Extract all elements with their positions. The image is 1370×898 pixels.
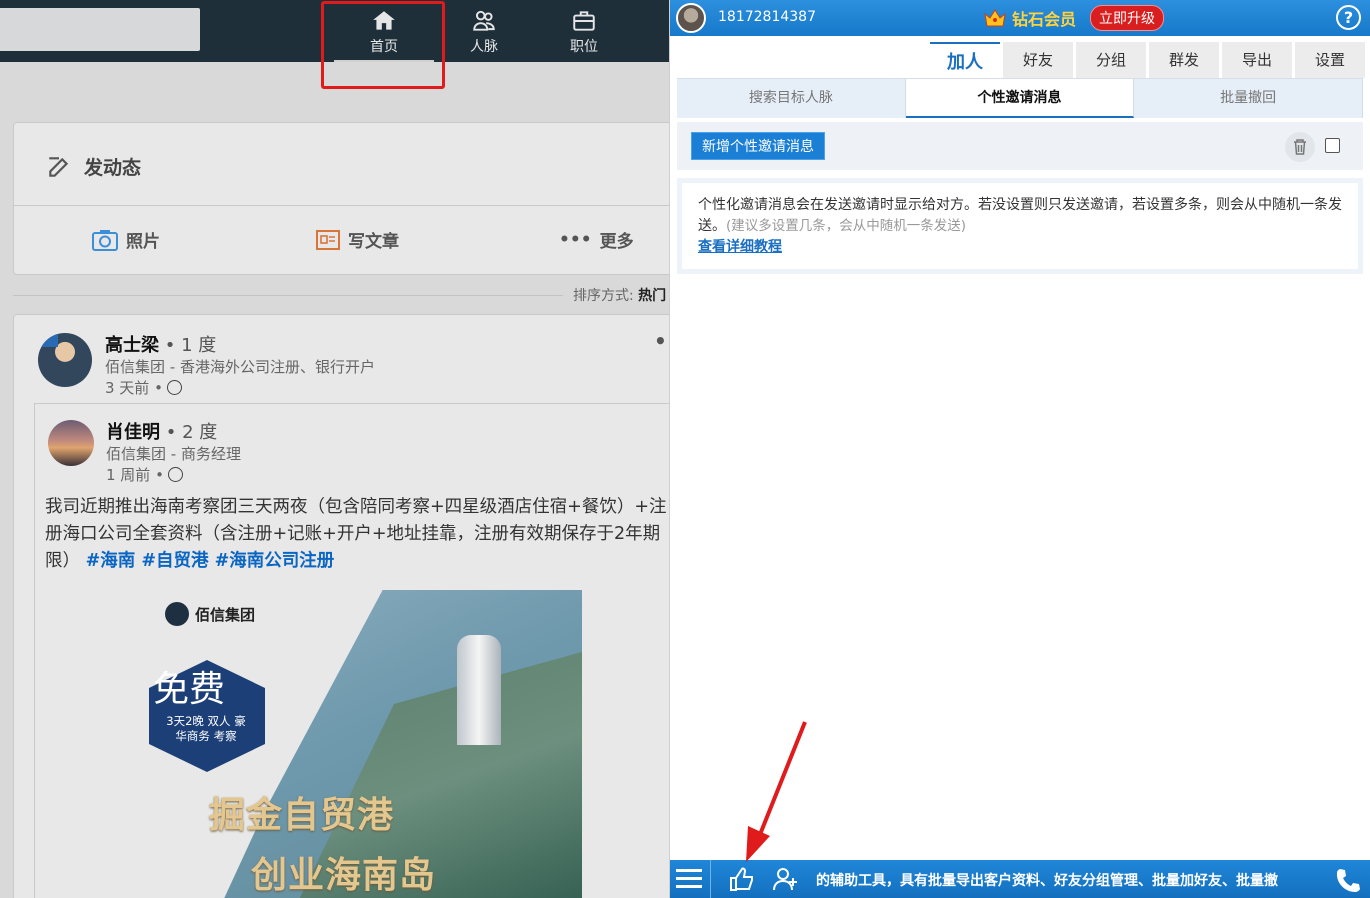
avatar[interactable] [38,333,92,387]
briefcase-icon [573,11,595,31]
sort-label: 排序方式: [573,288,634,304]
sort-row: 排序方式: 热门 [13,285,669,305]
shared-post: 肖佳明 • 2 度 佰信集团 - 商务经理 1 周前 • 我司近期推出海南考察团… [34,403,669,898]
image-slogan-1: 掘金自贸港 [209,795,395,836]
tab-settings[interactable]: 设置 [1295,42,1365,78]
shared-post-time-text: 1 周前 • [106,466,164,484]
vip-label: 钻石会员 [1012,10,1077,29]
marquee-text: 的辅助工具，具有批量导出客户资料、好友分组管理、批量加好友、批量撤 [816,873,1278,889]
author-degree: • 1 度 [164,335,217,356]
subtab-bulk-withdraw[interactable]: 批量撤回 [1134,79,1364,118]
logo-mark-icon [165,602,189,626]
nav-network-label: 人脉 [470,39,498,55]
annotation-highlight-box [321,1,445,89]
vip-status: 钻石会员 立即升级 [984,5,1165,31]
image-logo: 佰信集团 [165,602,255,626]
nav-jobs[interactable]: 职位 [534,0,634,62]
nav-network[interactable]: 人脉 [434,0,534,62]
subtab-search-targets[interactable]: 搜索目标人脉 [677,79,906,118]
help-icon[interactable]: ? [1336,5,1361,30]
shared-author-headline: 佰信集团 - 商务经理 [106,445,241,463]
more-dots-icon: ••• [559,229,592,250]
article-label: 写文章 [348,232,399,252]
author-headline: 佰信集团 - 香港海外公司注册、银行开户 [105,358,375,376]
trash-glyph [1294,139,1306,155]
sub-tabs: 搜索目标人脉 个性邀请消息 批量撤回 [677,78,1364,118]
thumbs-up-icon[interactable] [728,866,756,892]
image-tower [457,635,501,745]
compose-title: 发动态 [84,157,142,179]
tutorial-link[interactable]: 查看详细教程 [698,239,782,255]
photo-button[interactable]: 照片 [92,227,160,252]
start-post-button[interactable]: 发动态 [46,153,141,180]
edit-icon [49,156,69,177]
shared-author-name[interactable]: 肖佳明 • 2 度 [106,418,217,444]
avatar[interactable] [48,420,94,466]
divider [710,860,711,898]
extension-panel: 18172814387 钻石会员 立即升级 ? 加人 好友 分组 群发 导出 设… [669,0,1370,898]
add-message-button[interactable]: 新增个性邀请消息 [691,132,825,160]
people-icon [473,10,495,31]
divider [13,295,563,296]
image-badge-big-text: 免费 [153,669,226,710]
shared-post-time: 1 周前 • [106,464,183,485]
trash-icon[interactable] [1285,132,1315,162]
tab-add-people[interactable]: 加人 [930,42,1000,78]
sort-value: 热门 [638,288,667,304]
post-time: 3 天前 • [105,377,182,398]
globe-icon [166,380,182,395]
more-button[interactable]: ••• 更多 [559,227,634,253]
author-name-text: 高士梁 [105,335,159,356]
linkedin-feed: 首页 人脉 职位 发动态 照片 写文章 ••• 更多 排序方式: 热门 高士梁 … [0,0,669,898]
select-all-checkbox[interactable] [1325,138,1340,153]
info-hint: (建议多设置几条，会从中随机一条发送) [726,218,967,234]
message-toolbar: 新增个性邀请消息 [677,122,1363,170]
post-image[interactable]: 佰信集团 免费 3天2晚 双人 豪华商务 考察 掘金自贸港 创业海南岛 [139,590,582,898]
more-label: 更多 [599,232,634,252]
search-input[interactable] [0,8,200,51]
info-content: 个性化邀请消息会在发送邀请时显示给对方。若没设置则只发送邀请，若设置多条，则会从… [682,183,1358,269]
author-name[interactable]: 高士梁 • 1 度 [105,331,216,357]
user-avatar[interactable] [676,3,706,33]
sort-dropdown[interactable]: 排序方式: 热门 [573,285,666,305]
shared-author-degree: • 2 度 [165,422,218,443]
bottom-bar: 的辅助工具，具有批量导出客户资料、好友分组管理、批量加好友、批量撤 [670,860,1370,898]
upgrade-button[interactable]: 立即升级 [1090,5,1165,31]
write-article-button[interactable]: 写文章 [316,227,399,252]
image-slogan-2: 创业海南岛 [251,855,437,896]
post-time-text: 3 天前 • [105,379,163,397]
user-phone: 18172814387 [718,9,816,25]
post-hashtags[interactable]: #海南 #自贸港 #海南公司注册 [86,551,335,571]
add-user-icon[interactable] [772,866,800,892]
article-icon [316,229,340,250]
tab-friends[interactable]: 好友 [1003,42,1073,78]
info-box: 个性化邀请消息会在发送邀请时显示给对方。若没设置则只发送邀请，若设置多条，则会从… [677,178,1363,274]
main-tabs: 加人 好友 分组 群发 导出 设置 [930,42,1365,78]
panel-header: 18172814387 钻石会员 立即升级 ? [670,0,1370,36]
divider [14,205,669,206]
crown-icon [984,9,1006,27]
phone-icon[interactable] [1334,866,1362,892]
post-menu-icon[interactable]: •• [654,329,669,353]
menu-icon[interactable] [676,867,702,891]
nav-jobs-label: 职位 [570,39,598,55]
tab-export[interactable]: 导出 [1222,42,1292,78]
feed-post: 高士梁 • 1 度 佰信集团 - 香港海外公司注册、银行开户 3 天前 • ••… [13,314,669,898]
globe-icon [167,467,183,482]
photo-label: 照片 [126,232,160,252]
subtab-invite-messages[interactable]: 个性邀请消息 [905,79,1135,118]
shared-author-name-text: 肖佳明 [106,422,160,443]
compose-card: 发动态 照片 写文章 ••• 更多 [13,122,669,275]
tab-broadcast[interactable]: 群发 [1149,42,1219,78]
post-body: 我司近期推出海南考察团三天两夜（包含陪同考察+四星级酒店住宿+餐饮）+注册海口公… [45,494,669,575]
image-logo-text: 佰信集团 [195,605,256,624]
camera-icon [92,229,118,251]
tab-groups[interactable]: 分组 [1076,42,1146,78]
image-badge-small-text: 3天2晚 双人 豪华商务 考察 [166,714,246,743]
